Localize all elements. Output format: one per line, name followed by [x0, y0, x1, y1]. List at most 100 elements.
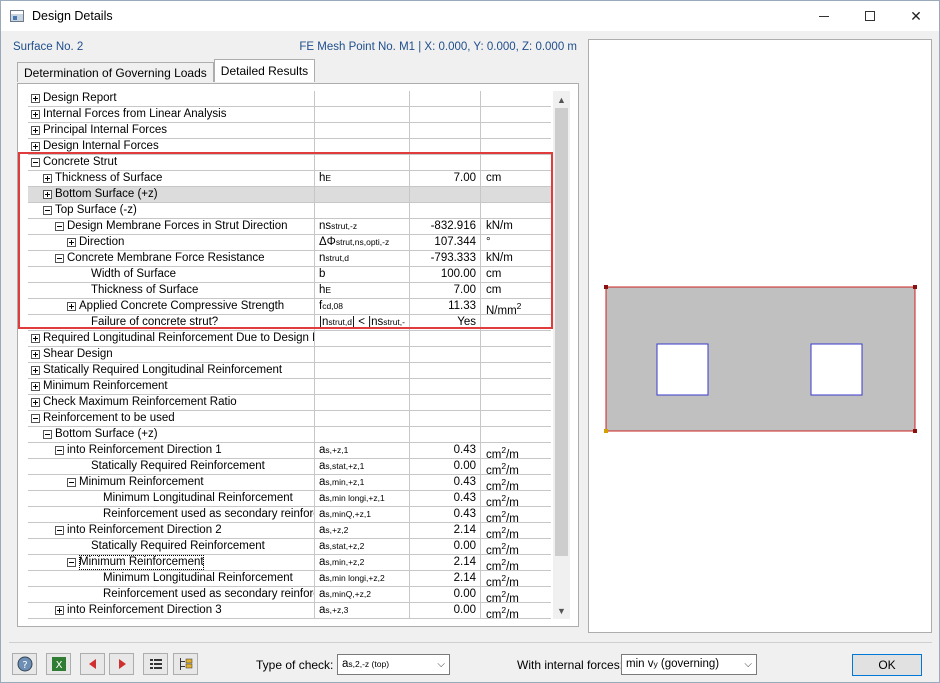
table-row[interactable]: Bottom Surface (+z)	[28, 187, 551, 203]
table-row[interactable]: into Reinforcement Direction 1 as,+z,1 0.4…	[28, 443, 551, 459]
row-label: Reinforcement used as secondary reinforc…	[103, 508, 314, 520]
description-cell: Minimum Longitudinal Reinforcement	[28, 571, 315, 586]
table-row[interactable]: Minimum Longitudinal Reinforcement as,min…	[28, 491, 551, 507]
table-row[interactable]: Reinforcement to be used	[28, 411, 551, 427]
collapse-icon[interactable]	[67, 478, 76, 487]
close-button[interactable]: ✕	[893, 1, 939, 31]
table-row[interactable]: Applied Concrete Compressive Strength fcd…	[28, 299, 551, 315]
type-of-check-select[interactable]: as,2,-z (top) ⌵	[337, 654, 450, 675]
list-view-button[interactable]	[143, 653, 168, 675]
internal-forces-select[interactable]: min vy (governing) ⌵	[621, 654, 757, 675]
tab-detailed-results[interactable]: Detailed Results	[213, 59, 316, 82]
symbol-subscript: strut,-z	[331, 221, 358, 231]
scroll-down-arrow-icon[interactable]: ▼	[553, 602, 570, 619]
collapse-icon[interactable]	[43, 206, 52, 215]
unit-cell: kN/m	[482, 251, 551, 266]
table-row[interactable]: Width of Surface b 100.00 cm	[28, 267, 551, 283]
expand-icon[interactable]	[31, 126, 40, 135]
symbol-cell	[316, 187, 410, 202]
table-row[interactable]: Thickness of Surface hE 7.00 cm	[28, 283, 551, 299]
table-row[interactable]: Design Report	[28, 91, 551, 107]
minimize-button[interactable]	[801, 1, 847, 31]
description-cell: Reinforcement used as secondary reinforc…	[28, 507, 315, 522]
symbol-cell: ΔΦstrut,ns,opti,-z	[316, 235, 410, 250]
table-row[interactable]: Minimum Reinforcement as,min,+z,1 0.43 cm2/…	[28, 475, 551, 491]
unit-text: kN/m	[486, 252, 513, 264]
symbol-cell: as,+z,1	[316, 443, 410, 458]
table-row[interactable]: Statically Required Reinforcement as,stat…	[28, 539, 551, 555]
table-row[interactable]: Principal Internal Forces	[28, 123, 551, 139]
expand-icon[interactable]	[31, 334, 40, 343]
surface-graphic	[604, 285, 917, 433]
table-row[interactable]: into Reinforcement Direction 2 as,+z,2 2.1…	[28, 523, 551, 539]
table-row[interactable]: Internal Forces from Linear Analysis	[28, 107, 551, 123]
table-row[interactable]: Shear Design	[28, 347, 551, 363]
table-row[interactable]: Thickness of Surface hE 7.00 cm	[28, 171, 551, 187]
description-cell: Concrete Membrane Force Resistance	[28, 251, 315, 266]
table-row[interactable]: Check Maximum Reinforcement Ratio	[28, 395, 551, 411]
expand-icon[interactable]	[31, 94, 40, 103]
unit-text: cm	[486, 284, 502, 296]
table-row[interactable]: Required Longitudinal Reinforcement Due …	[28, 331, 551, 347]
expand-icon[interactable]	[31, 350, 40, 359]
value-cell: 100.00	[411, 267, 481, 282]
collapse-icon[interactable]	[31, 414, 40, 423]
table-row[interactable]: Concrete Membrane Force Resistance nstrut…	[28, 251, 551, 267]
previous-button[interactable]	[80, 653, 105, 675]
title-bar: Design Details ✕	[1, 1, 939, 31]
scroll-up-arrow-icon[interactable]: ▲	[553, 91, 570, 108]
help-button[interactable]: ?	[12, 653, 37, 675]
unit-cell	[482, 123, 551, 138]
tab-governing-loads[interactable]: Determination of Governing Loads	[17, 62, 214, 82]
table-row[interactable]: Failure of concrete strut? |nstrut,d| < |…	[28, 315, 551, 331]
node-top-right	[913, 285, 917, 289]
expand-icon[interactable]	[31, 382, 40, 391]
table-row[interactable]: Direction ΔΦstrut,ns,opti,-z 107.344 °	[28, 235, 551, 251]
unit-cell	[482, 395, 551, 410]
collapse-icon[interactable]	[55, 526, 64, 535]
table-row[interactable]: Minimum Reinforcement as,min,+z,2 2.14 cm2/…	[28, 555, 551, 571]
table-row[interactable]: Concrete Strut	[28, 155, 551, 171]
excel-export-button[interactable]: X	[46, 653, 71, 675]
collapse-icon[interactable]	[55, 446, 64, 455]
unit-tail: /m	[506, 480, 519, 490]
expand-icon[interactable]	[67, 302, 76, 311]
table-row[interactable]: Minimum Longitudinal Reinforcement as,min…	[28, 571, 551, 587]
table-row[interactable]: into Reinforcement Direction 3 as,+z,3 0.0…	[28, 603, 551, 619]
expand-icon[interactable]	[31, 142, 40, 151]
expand-icon[interactable]	[55, 606, 64, 615]
collapse-icon[interactable]	[55, 222, 64, 231]
table-row[interactable]: Statically Required Reinforcement as,stat…	[28, 459, 551, 475]
table-row[interactable]: Minimum Reinforcement	[28, 379, 551, 395]
scrollbar-thumb[interactable]	[555, 108, 568, 556]
expand-icon[interactable]	[43, 190, 52, 199]
value-cell: 7.00	[411, 171, 481, 186]
table-row[interactable]: Design Internal Forces	[28, 139, 551, 155]
table-row[interactable]: Top Surface (-z)	[28, 203, 551, 219]
collapse-icon[interactable]	[55, 254, 64, 263]
description-cell: into Reinforcement Direction 1	[28, 443, 315, 458]
symbol-cell: nsstrut,-z	[316, 219, 410, 234]
ok-button[interactable]: OK	[852, 654, 922, 676]
table-row[interactable]: Reinforcement used as secondary reinforc…	[28, 587, 551, 603]
collapse-icon[interactable]	[67, 558, 76, 567]
expand-icon[interactable]	[31, 110, 40, 119]
expand-icon[interactable]	[31, 398, 40, 407]
unit-text: cm	[486, 464, 502, 474]
expand-icon[interactable]	[67, 238, 76, 247]
symbol-cell	[316, 427, 410, 442]
vertical-scrollbar[interactable]: ▲ ▼	[553, 91, 570, 619]
collapse-icon[interactable]	[31, 158, 40, 167]
expand-icon[interactable]	[43, 174, 52, 183]
tree-view-button[interactable]	[173, 653, 198, 675]
maximize-button[interactable]	[847, 1, 893, 31]
table-row[interactable]: Design Membrane Forces in Strut Directio…	[28, 219, 551, 235]
table-row[interactable]: Statically Required Longitudinal Reinfor…	[28, 363, 551, 379]
table-row[interactable]: Reinforcement used as secondary reinforc…	[28, 507, 551, 523]
next-button[interactable]	[109, 653, 134, 675]
symbol-subscript: s,min longi,+z,1	[325, 493, 385, 503]
collapse-icon[interactable]	[43, 430, 52, 439]
description-cell: Required Longitudinal Reinforcement Due …	[28, 331, 315, 346]
expand-icon[interactable]	[31, 366, 40, 375]
table-row[interactable]: Bottom Surface (+z)	[28, 427, 551, 443]
